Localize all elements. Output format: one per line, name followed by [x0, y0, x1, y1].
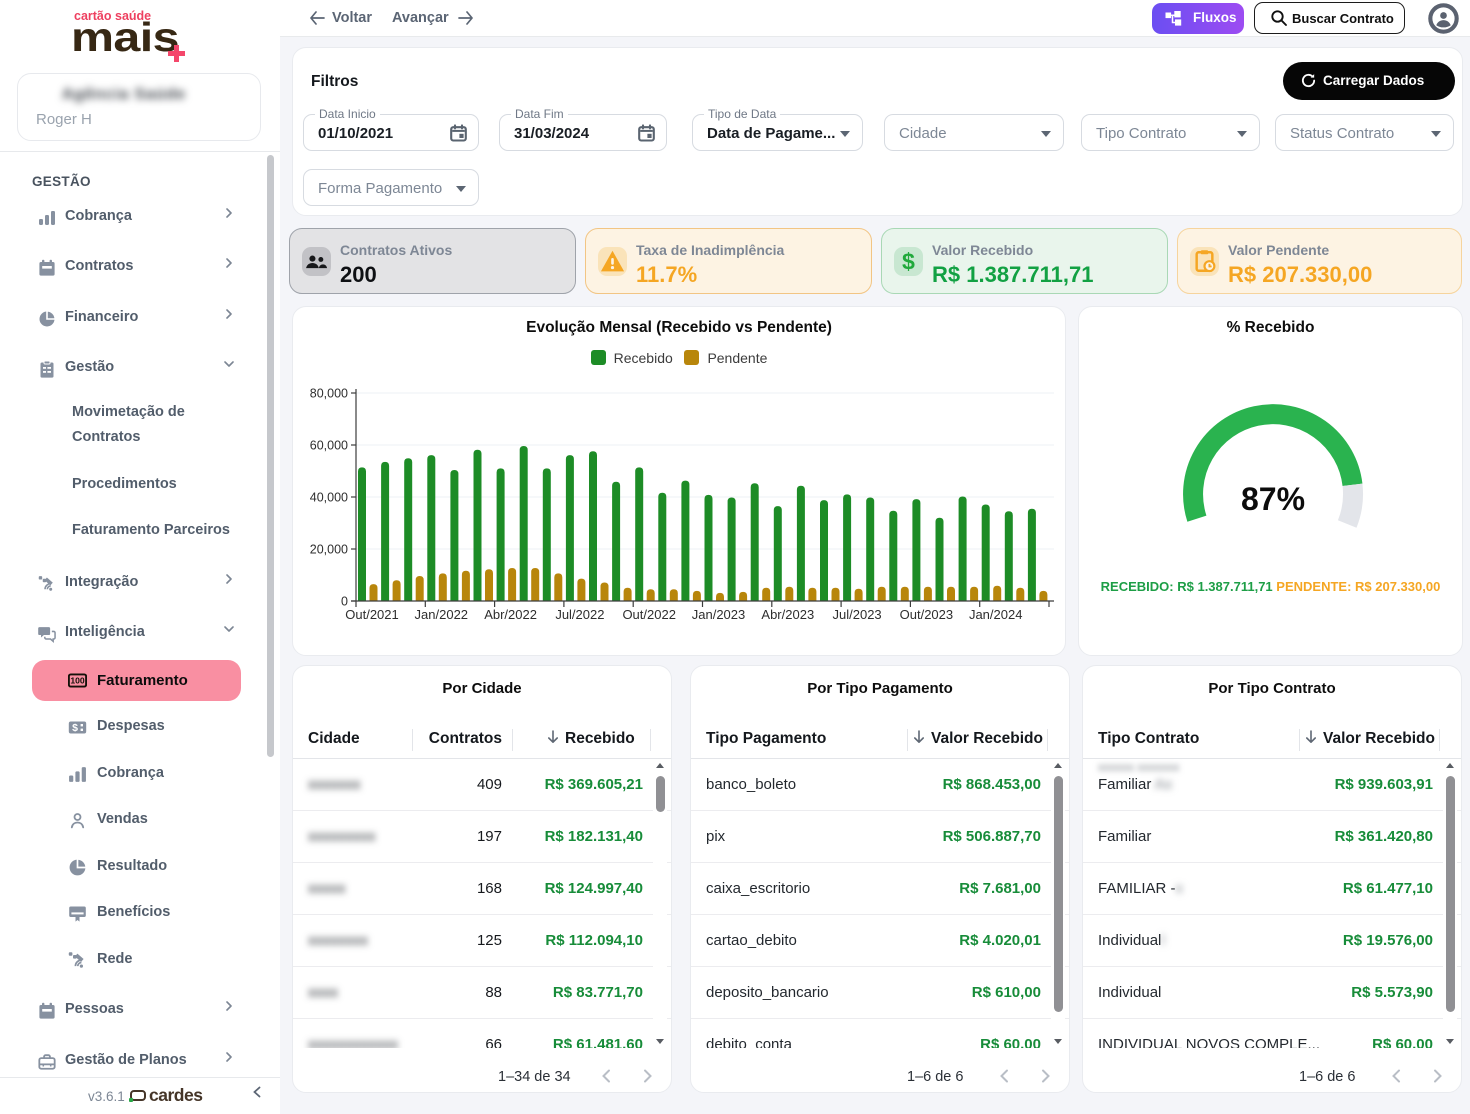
svg-text:Jan/2024: Jan/2024: [969, 607, 1023, 622]
svg-text:20,000: 20,000: [310, 543, 348, 557]
svg-text:$: $: [902, 248, 915, 274]
svg-text:Jul/2023: Jul/2023: [833, 607, 882, 622]
svg-text:Jul/2022: Jul/2022: [555, 607, 604, 622]
svg-text:60,000: 60,000: [310, 439, 348, 453]
svg-text:100: 100: [70, 676, 85, 686]
svg-text:Jan/2022: Jan/2022: [415, 607, 469, 622]
svg-text:Out/2023: Out/2023: [900, 607, 954, 622]
svg-text:Abr/2022: Abr/2022: [484, 607, 537, 622]
svg-text:80,000: 80,000: [310, 387, 348, 401]
svg-text:40,000: 40,000: [310, 491, 348, 505]
svg-text:87%: 87%: [1241, 481, 1305, 517]
svg-text:Out/2021: Out/2021: [345, 607, 399, 622]
svg-text:Out/2022: Out/2022: [622, 607, 676, 622]
svg-text:Abr/2023: Abr/2023: [761, 607, 814, 622]
svg-text:Jan/2023: Jan/2023: [692, 607, 746, 622]
svg-text:$: $: [72, 722, 78, 734]
